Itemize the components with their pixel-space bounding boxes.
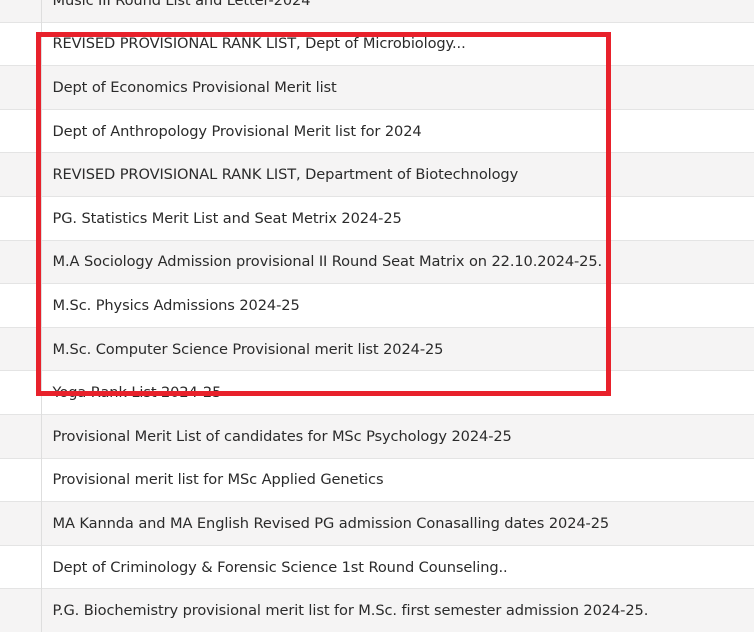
list-item-link[interactable]: M.A Sociology Admission provisional II R… [41, 239, 754, 284]
row-index-cell [0, 152, 42, 197]
table-row: Dept of Criminology & Forensic Science 1… [0, 544, 754, 589]
table-row: Yoga Rank List 2024-25 [0, 370, 754, 415]
list-item-link[interactable]: M.Sc. Physics Admissions 2024-25 [41, 283, 754, 328]
table-row: Dept of Anthropology Provisional Merit l… [0, 108, 754, 153]
row-index-cell [0, 108, 42, 153]
list-item-link[interactable]: Dept of Criminology & Forensic Science 1… [41, 544, 754, 589]
table-row: MA Kannda and MA English Revised PG admi… [0, 501, 754, 546]
list-item-link[interactable]: P.G. Biochemistry provisional merit list… [41, 588, 754, 633]
list-item-link[interactable]: Provisional merit list for MSc Applied G… [41, 457, 754, 502]
table-row: Dept of Economics Provisional Merit list [0, 65, 754, 110]
list-item-link[interactable]: Yoga Rank List 2024-25 [41, 370, 754, 415]
row-index-cell [0, 21, 42, 66]
row-index-cell [0, 370, 42, 415]
list-item-link[interactable]: Provisional Merit List of candidates for… [41, 413, 754, 459]
row-index-cell [0, 239, 42, 284]
table-row: REVISED PROVISIONAL RANK LIST, Departmen… [0, 152, 754, 197]
table-row: PG. Statistics Merit List and Seat Metri… [0, 195, 754, 241]
list-item-link[interactable]: MA Kannda and MA English Revised PG admi… [41, 501, 754, 546]
table-row: Provisional merit list for MSc Applied G… [0, 457, 754, 502]
row-index-cell [0, 588, 42, 633]
row-index-cell [0, 326, 42, 371]
row-index-cell [0, 457, 42, 502]
list-item-link[interactable]: REVISED PROVISIONAL RANK LIST, Departmen… [41, 152, 754, 197]
list-item-link[interactable]: Music III Round List and Letter-2024 [41, 0, 754, 23]
row-index-cell [0, 65, 42, 110]
list-item-link[interactable]: PG. Statistics Merit List and Seat Metri… [41, 195, 754, 241]
list-item-link[interactable]: REVISED PROVISIONAL RANK LIST, Dept of M… [41, 21, 754, 66]
notification-list-body: Music III Round List and Letter-2024 REV… [0, 0, 754, 633]
list-item-link[interactable]: Dept of Economics Provisional Merit list [41, 65, 754, 110]
row-index-cell [0, 501, 42, 546]
table-row: M.A Sociology Admission provisional II R… [0, 239, 754, 284]
row-index-cell [0, 413, 42, 459]
notification-list: Music III Round List and Letter-2024 REV… [0, 0, 754, 633]
row-index-cell [0, 544, 42, 589]
row-index-cell [0, 283, 42, 328]
table-row: Provisional Merit List of candidates for… [0, 413, 754, 459]
table-row: M.Sc. Physics Admissions 2024-25 [0, 283, 754, 328]
table-row: Music III Round List and Letter-2024 [0, 0, 754, 23]
table-row: P.G. Biochemistry provisional merit list… [0, 588, 754, 633]
row-index-cell [0, 0, 42, 23]
list-item-link[interactable]: Dept of Anthropology Provisional Merit l… [41, 108, 754, 153]
list-item-link[interactable]: M.Sc. Computer Science Provisional merit… [41, 326, 754, 371]
table-row: M.Sc. Computer Science Provisional merit… [0, 326, 754, 371]
row-index-cell [0, 195, 42, 241]
table-row: REVISED PROVISIONAL RANK LIST, Dept of M… [0, 21, 754, 66]
page: Music III Round List and Letter-2024 REV… [0, 0, 754, 644]
